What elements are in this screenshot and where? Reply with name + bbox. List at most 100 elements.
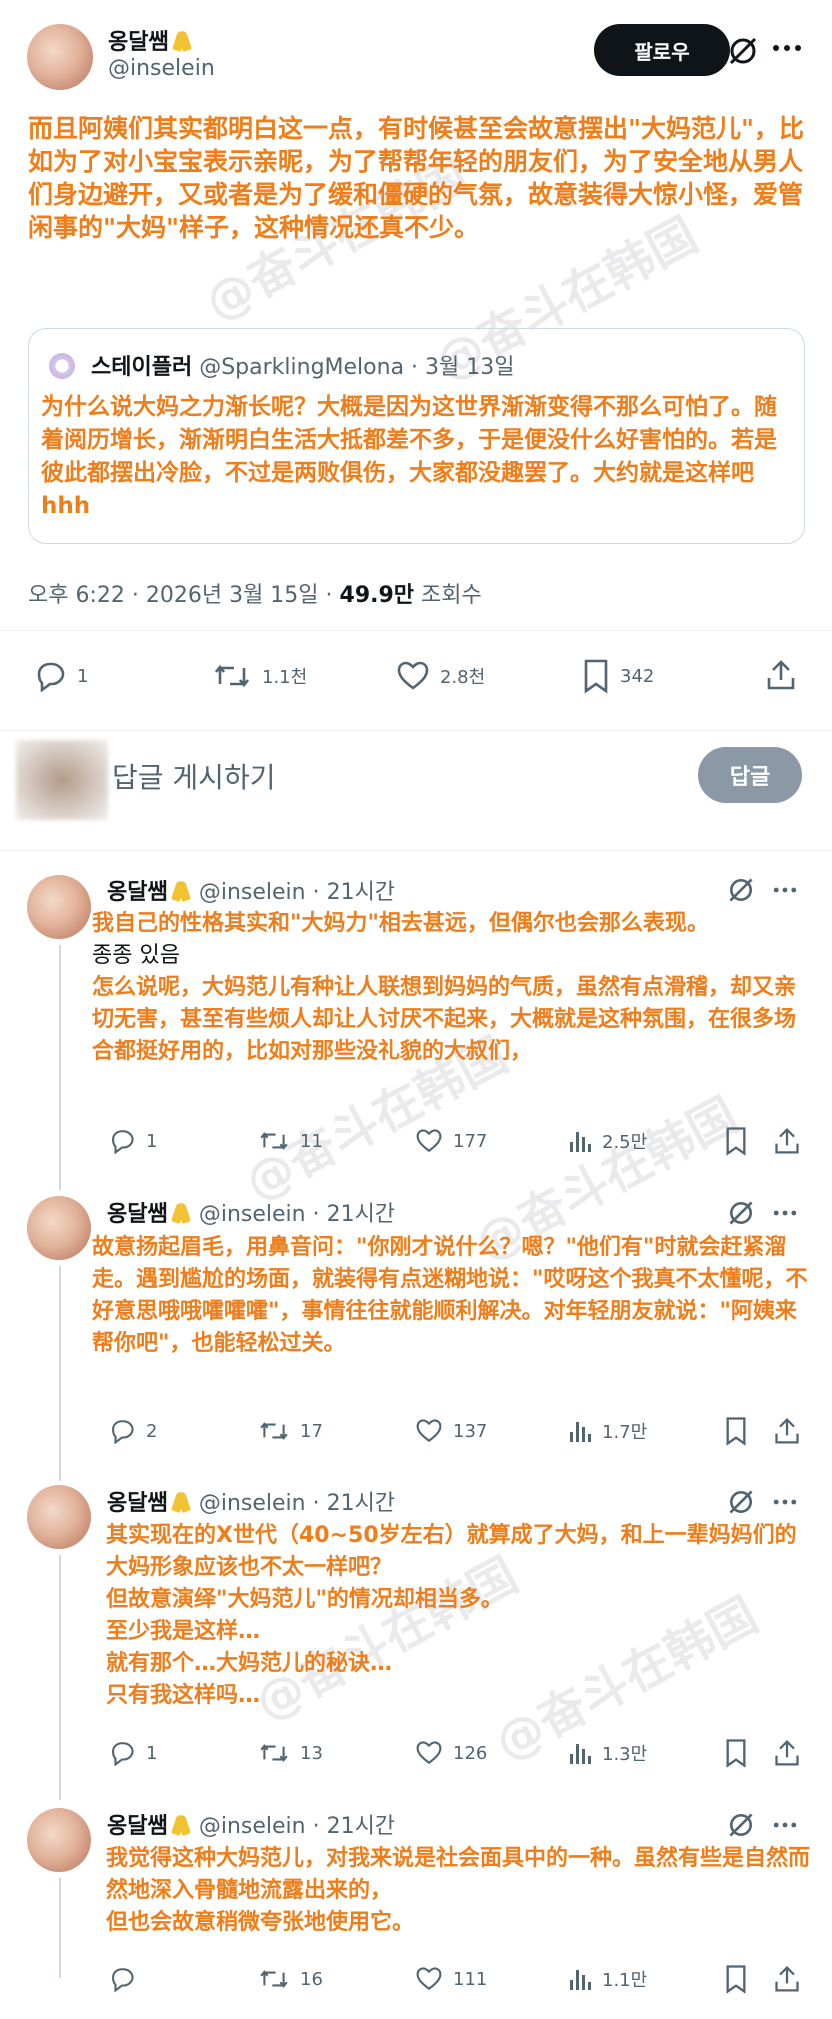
avatar[interactable]: [27, 24, 93, 90]
reply-action[interactable]: 2: [108, 1418, 157, 1444]
author-handle[interactable]: @inselein: [199, 1491, 306, 1516]
share-icon[interactable]: [773, 1416, 801, 1450]
reply-action[interactable]: 1: [108, 1740, 157, 1766]
reply-time[interactable]: 21시간: [327, 1491, 395, 1516]
retweet-action[interactable]: 16: [258, 1966, 323, 1992]
reply-icon: [112, 1130, 134, 1154]
views-action[interactable]: 1.3만: [568, 1740, 647, 1766]
thread-line: [59, 1555, 61, 1800]
retweet-action[interactable]: 13: [258, 1740, 323, 1766]
author-handle[interactable]: @inselein: [108, 56, 215, 81]
author-name[interactable]: 옹달쌤: [108, 30, 169, 55]
bookmark-action[interactable]: 342: [582, 658, 654, 694]
views-count: 1.7만: [602, 1422, 648, 1443]
reply-time[interactable]: 21시간: [327, 880, 395, 905]
reply-icon: [37, 662, 65, 692]
avatar[interactable]: [27, 1808, 91, 1872]
reply-action[interactable]: 1: [108, 1128, 157, 1154]
like-icon: [416, 1967, 442, 1991]
reply-line: 但也会故意稍微夸张地使用它。: [106, 1910, 415, 1935]
thread-line: [59, 945, 61, 1190]
author-name[interactable]: 옹달쌤: [107, 1202, 168, 1227]
like-icon: [416, 1129, 442, 1153]
ribbon-icon: [175, 29, 189, 53]
grok-icon[interactable]: [726, 1198, 756, 1232]
post-timestamp[interactable]: 오후 6:22 · 2026년 3월 15일 ·: [28, 583, 340, 608]
reply-line: 我觉得这种大妈范儿，对我来说是社会面具中的一种。虽然有些是自然而然地深入骨髓地流…: [106, 1846, 811, 1903]
reply-line: 故意扬起眉毛，用鼻音问："你刚才说什么？嗯？"他们有"时就会赶紧溜走。遇到尴尬的…: [92, 1235, 808, 1356]
grok-icon[interactable]: [726, 34, 760, 72]
views-count: 1.3만: [602, 1744, 648, 1765]
reply-action[interactable]: [108, 1966, 146, 1992]
follow-button[interactable]: 팔로우: [594, 24, 730, 76]
reply-icon: [112, 1968, 134, 1992]
retweet-action[interactable]: 17: [258, 1418, 323, 1444]
quote-author-handle: @SparklingMelona: [199, 355, 405, 380]
author-name[interactable]: 옹달쌤: [107, 880, 168, 905]
like-action[interactable]: 137: [415, 1418, 487, 1444]
like-icon: [397, 661, 429, 690]
author-handle[interactable]: @inselein: [199, 1814, 306, 1839]
reply-text: 故意扬起眉毛，用鼻音问："你刚才说什么？嗯？"他们有"时就会赶紧溜走。遇到尴尬的…: [92, 1232, 812, 1360]
reply-input[interactable]: 답글 게시하기: [112, 756, 275, 796]
my-avatar: [16, 740, 108, 820]
views-action[interactable]: 1.1만: [568, 1966, 647, 1992]
reply-line: 至少我是这样…: [106, 1619, 261, 1644]
grok-icon[interactable]: [726, 875, 756, 909]
thread-line: [59, 1266, 61, 1481]
like-action[interactable]: 111: [415, 1966, 487, 1992]
reply-line: 我自己的性格其实和"大妈力"相去甚远，但偶尔也会那么表现。: [92, 911, 709, 936]
author-handle[interactable]: @inselein: [199, 1202, 306, 1227]
share-icon[interactable]: [773, 1964, 801, 1998]
bookmark-icon[interactable]: [724, 1964, 748, 1998]
share-icon[interactable]: [765, 658, 797, 696]
retweet-icon: [214, 664, 250, 688]
author-name[interactable]: 옹달쌤: [107, 1491, 168, 1516]
quote-text: 为什么说大妈之力渐长呢？大概是因为这世界渐渐变得不那么可怕了。随着阅历增长，渐渐…: [41, 394, 777, 519]
bookmark-icon[interactable]: [724, 1416, 748, 1450]
more-icon[interactable]: [771, 1205, 799, 1225]
quote-card[interactable]: 스테이플러 @SparklingMelona · 3월 13일 为什么说大妈之力…: [28, 328, 805, 544]
reply-submit-button[interactable]: 답글: [698, 747, 802, 803]
views-count: 2.5만: [602, 1132, 648, 1153]
more-icon[interactable]: [771, 38, 803, 62]
views-icon: [570, 1422, 591, 1442]
avatar[interactable]: [27, 1485, 91, 1549]
share-icon[interactable]: [773, 1738, 801, 1772]
bookmark-icon[interactable]: [724, 1126, 748, 1160]
like-icon: [416, 1419, 442, 1443]
more-icon[interactable]: [771, 882, 799, 902]
post-meta: 오후 6:22 · 2026년 3월 15일 · 49.9만 조회수: [28, 577, 482, 609]
thread-line: [59, 1878, 61, 1978]
reply-time[interactable]: 21시간: [327, 1202, 395, 1227]
reply-line: 只有我这样吗…: [106, 1683, 261, 1708]
reply-icon: [112, 1742, 134, 1766]
like-action[interactable]: 2.8천: [396, 660, 485, 692]
reply-header: 옹달쌤 @inselein · 21시간: [107, 1814, 396, 1839]
ribbon-icon: [174, 879, 188, 903]
reply-time[interactable]: 21시간: [327, 1814, 395, 1839]
retweet-icon: [260, 1744, 288, 1762]
bookmark-icon: [584, 659, 608, 694]
grok-icon[interactable]: [726, 1487, 756, 1521]
share-icon[interactable]: [773, 1126, 801, 1160]
like-action[interactable]: 177: [415, 1128, 487, 1154]
reply-count: 1: [146, 1130, 158, 1152]
retweet-action[interactable]: 1.1천: [212, 660, 307, 692]
retweet-action[interactable]: 11: [258, 1128, 323, 1154]
avatar[interactable]: [27, 1196, 91, 1260]
reply-line: 종종 있음: [92, 943, 180, 968]
bookmark-icon[interactable]: [724, 1738, 748, 1772]
author-handle[interactable]: @inselein: [199, 880, 306, 905]
like-action[interactable]: 126: [415, 1740, 487, 1766]
author-name[interactable]: 옹달쌤: [107, 1814, 168, 1839]
grok-icon[interactable]: [726, 1810, 756, 1844]
more-icon[interactable]: [771, 1817, 799, 1837]
avatar[interactable]: [27, 875, 91, 939]
views-icon: [570, 1132, 591, 1152]
quote-avatar: [47, 351, 77, 381]
views-action[interactable]: 1.7만: [568, 1418, 647, 1444]
reply-action[interactable]: 1: [33, 660, 88, 692]
more-icon[interactable]: [771, 1494, 799, 1514]
views-action[interactable]: 2.5만: [568, 1128, 647, 1154]
